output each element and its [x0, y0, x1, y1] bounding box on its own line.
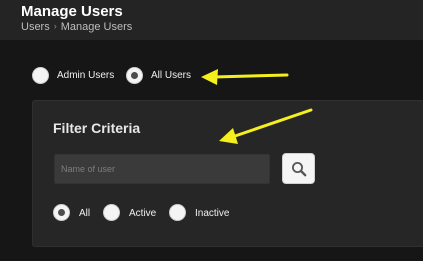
radio-admin-users-label[interactable]: Admin Users — [57, 70, 114, 81]
radio-status-active[interactable] — [103, 204, 120, 221]
page-title: Manage Users — [21, 3, 123, 20]
magnifier-icon — [292, 162, 307, 177]
breadcrumb-separator-icon: › — [53, 21, 57, 31]
page-header: Manage Users Users › Manage Users — [0, 0, 423, 40]
search-button[interactable] — [282, 153, 315, 184]
radio-status-all-label[interactable]: All — [79, 208, 90, 219]
breadcrumb-current: Manage Users — [60, 21, 133, 33]
breadcrumb: Users › Manage Users — [21, 21, 132, 33]
breadcrumb-link-users[interactable]: Users — [21, 21, 50, 33]
radio-all-users[interactable] — [126, 67, 143, 84]
radio-selected-dot-icon — [58, 209, 65, 216]
filter-criteria-title: Filter Criteria — [53, 120, 141, 136]
radio-status-active-label[interactable]: Active — [129, 208, 156, 219]
radio-status-inactive[interactable] — [169, 204, 186, 221]
radio-status-inactive-label[interactable]: Inactive — [195, 208, 229, 219]
radio-selected-dot-icon — [131, 72, 138, 79]
arrow-icon — [201, 69, 289, 85]
radio-admin-users[interactable] — [32, 67, 49, 84]
radio-status-all[interactable] — [53, 204, 70, 221]
filter-criteria-panel: Filter Criteria All Active Inactive — [32, 100, 423, 247]
user-name-search-input[interactable] — [54, 154, 270, 184]
radio-all-users-label[interactable]: All Users — [151, 70, 191, 81]
